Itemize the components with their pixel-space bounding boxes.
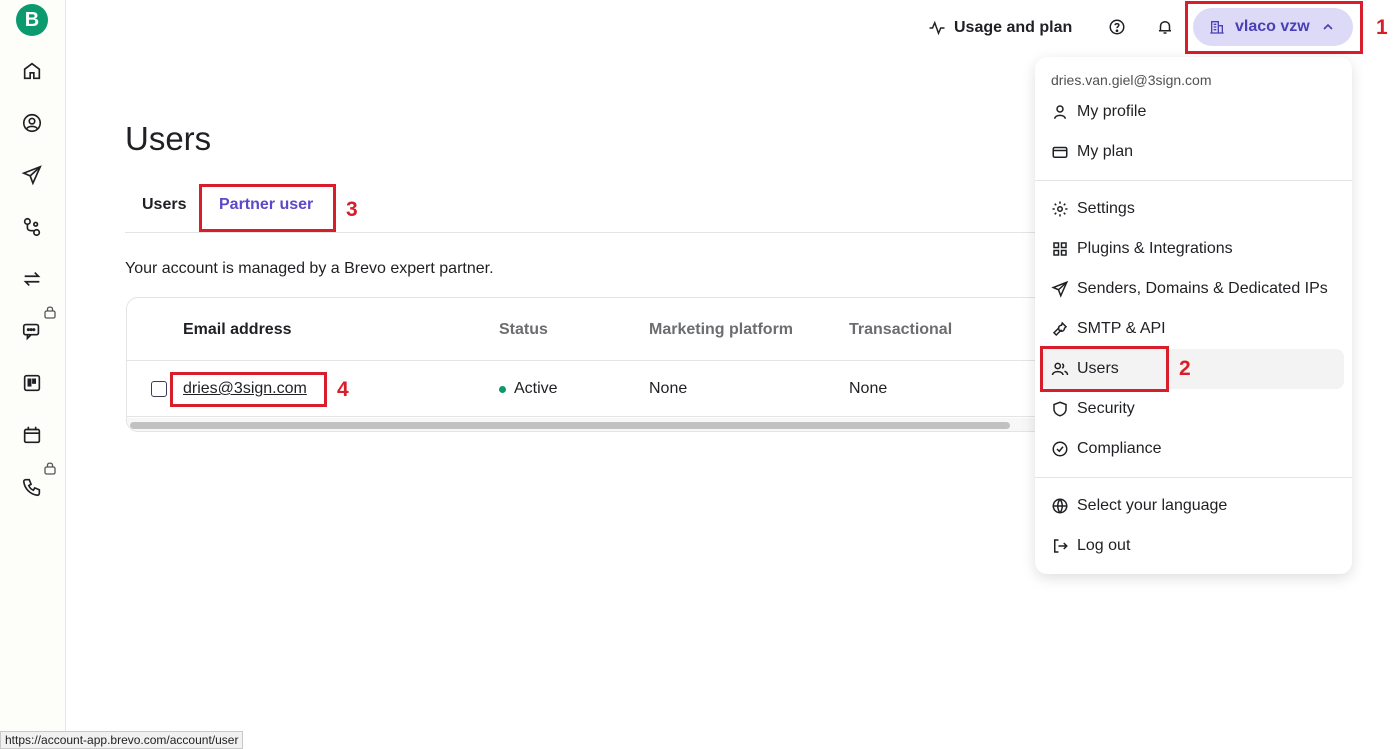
- scrollbar-thumb[interactable]: [130, 422, 1010, 429]
- gear-icon: [1052, 201, 1068, 217]
- menu-label: Select your language: [1077, 497, 1228, 514]
- menu-label: SMTP & API: [1077, 320, 1166, 337]
- lock-icon: [44, 462, 56, 475]
- brevo-logo[interactable]: B: [16, 4, 48, 36]
- contacts-icon[interactable]: [20, 111, 44, 135]
- menu-label: Log out: [1077, 537, 1131, 554]
- menu-item-compliance[interactable]: Compliance: [1041, 429, 1344, 469]
- header-divider: [127, 360, 1036, 361]
- automations-icon[interactable]: [20, 215, 44, 239]
- row-divider: [127, 416, 1036, 417]
- sidebar: B: [0, 0, 66, 749]
- activity-icon: [929, 20, 945, 36]
- page-title: Users: [125, 120, 212, 157]
- horizontal-scrollbar[interactable]: [127, 418, 1036, 431]
- column-header-email[interactable]: Email address: [183, 321, 292, 339]
- partner-info-text: Your account is managed by a Brevo exper…: [125, 260, 494, 277]
- bell-icon[interactable]: [1154, 16, 1176, 38]
- step-marker-1: 1: [1376, 16, 1388, 39]
- step-marker-3: 3: [346, 198, 358, 221]
- tab-users[interactable]: Users: [142, 196, 186, 214]
- highlight-box-1: [1185, 1, 1363, 54]
- menu-label: My plan: [1077, 143, 1134, 160]
- transactional-icon[interactable]: [20, 267, 44, 291]
- highlight-box-2: [1040, 346, 1169, 392]
- menu-item-security[interactable]: Security: [1041, 389, 1344, 429]
- account-dropdown-menu: dries.van.giel@3sign.com My profile My p…: [1035, 57, 1352, 574]
- step-marker-4: 4: [337, 378, 349, 401]
- menu-item-my-profile[interactable]: My profile: [1041, 92, 1344, 132]
- highlight-box-4: [170, 372, 327, 407]
- usage-label: Usage and plan: [954, 19, 1073, 36]
- menu-label: Plugins & Integrations: [1077, 240, 1233, 257]
- menu-item-plugins[interactable]: Plugins & Integrations: [1041, 229, 1344, 269]
- lock-icon: [44, 306, 56, 319]
- usage-and-plan-link[interactable]: Usage and plan: [928, 16, 1072, 40]
- link-status-bar: https://account-app.brevo.com/account/us…: [0, 731, 244, 749]
- users-table: Email address Status Marketing platform …: [126, 297, 1036, 432]
- menu-label: Compliance: [1077, 440, 1162, 457]
- shield-icon: [1053, 401, 1067, 417]
- user-status: Active: [499, 380, 558, 398]
- user-icon: [1054, 105, 1066, 119]
- menu-item-settings[interactable]: Settings: [1041, 189, 1344, 229]
- highlight-box-3: [199, 184, 336, 232]
- logout-icon: [1054, 539, 1068, 553]
- send-icon: [1051, 280, 1069, 298]
- globe-icon: [1052, 498, 1068, 514]
- menu-item-senders[interactable]: Senders, Domains & Dedicated IPs: [1041, 269, 1344, 309]
- active-status-dot: [499, 385, 506, 393]
- conversations-icon[interactable]: [20, 319, 44, 343]
- column-header-marketing[interactable]: Marketing platform: [649, 321, 793, 339]
- menu-divider: [1035, 180, 1352, 181]
- menu-divider: [1035, 477, 1352, 478]
- transactional-value: None: [849, 380, 888, 397]
- menu-item-my-plan[interactable]: My plan: [1041, 132, 1344, 172]
- menu-item-smtp-api[interactable]: SMTP & API: [1041, 309, 1344, 349]
- card-icon: [1052, 146, 1068, 158]
- phone-icon[interactable]: [20, 475, 44, 499]
- campaigns-icon[interactable]: [20, 163, 44, 187]
- menu-label: Senders, Domains & Dedicated IPs: [1077, 280, 1328, 297]
- menu-label: Settings: [1077, 200, 1135, 217]
- step-marker-2: 2: [1179, 357, 1191, 380]
- help-icon[interactable]: [1106, 16, 1128, 38]
- account-email: dries.van.giel@3sign.com: [1051, 72, 1212, 88]
- status-text: Active: [514, 380, 558, 397]
- meetings-icon[interactable]: [20, 423, 44, 447]
- menu-item-language[interactable]: Select your language: [1041, 486, 1344, 526]
- menu-label: My profile: [1077, 103, 1147, 120]
- check-circle-icon: [1052, 441, 1068, 457]
- deals-icon[interactable]: [20, 371, 44, 395]
- column-header-transactional[interactable]: Transactional: [849, 321, 952, 339]
- home-icon[interactable]: [20, 59, 44, 83]
- wrench-icon: [1052, 321, 1068, 337]
- grid-icon: [1053, 242, 1067, 256]
- marketing-platform-value: None: [649, 380, 688, 397]
- menu-label: Security: [1077, 400, 1135, 417]
- row-checkbox[interactable]: [151, 381, 167, 397]
- column-header-status[interactable]: Status: [499, 321, 548, 339]
- menu-item-log-out[interactable]: Log out: [1041, 526, 1344, 566]
